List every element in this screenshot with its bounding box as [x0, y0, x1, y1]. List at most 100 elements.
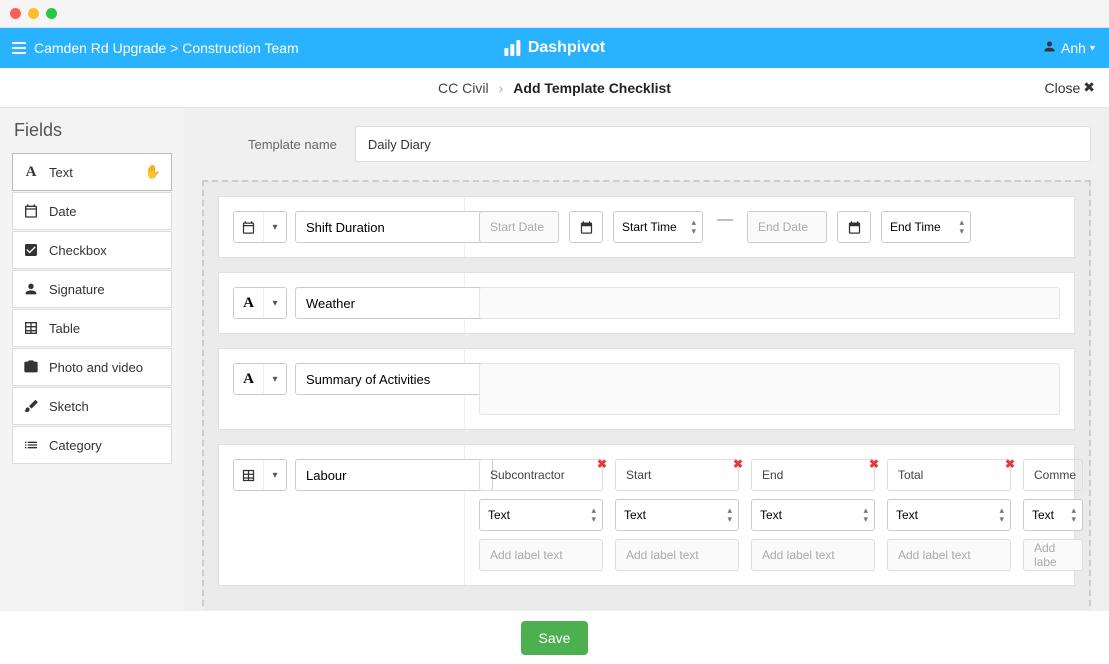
window-minimize-dot[interactable]: [28, 8, 39, 19]
window-zoom-dot[interactable]: [46, 8, 57, 19]
field-palette-item-check[interactable]: Checkbox: [12, 231, 172, 269]
bars-icon: [504, 40, 520, 56]
close-icon: ✖: [1083, 79, 1095, 96]
table-icon: [13, 320, 49, 336]
table-column: Comme Text▴▾ Add labe: [1023, 459, 1083, 571]
range-dash: —: [713, 211, 737, 229]
field-row-labour[interactable]: ▾ ✖SubcontractorText▴▾Add label text✖Sta…: [218, 444, 1075, 586]
top-bar: Camden Rd Upgrade > Construction Team Da…: [0, 28, 1109, 68]
field-row-summary[interactable]: A ▾: [218, 348, 1075, 430]
stepper-icon: ▴▾: [999, 506, 1004, 524]
column-label-input[interactable]: Add label text: [615, 539, 739, 571]
field-palette-item-camera[interactable]: Photo and video: [12, 348, 172, 386]
caret-down-icon: ▾: [264, 298, 286, 309]
remove-column-button[interactable]: ✖: [869, 457, 879, 471]
caret-down-icon: ▾: [264, 222, 286, 233]
remove-column-button[interactable]: ✖: [733, 457, 743, 471]
end-time-select[interactable]: End Time▴▾: [881, 211, 971, 243]
builder-dropzone[interactable]: ▾ Start Date Start Time▴▾ — End Date End…: [202, 180, 1091, 610]
crumb-current: Add Template Checklist: [513, 80, 671, 96]
text-field-input[interactable]: [479, 363, 1060, 415]
grab-icon: ✋: [145, 164, 161, 180]
remove-column-button[interactable]: ✖: [1005, 457, 1015, 471]
field-type-button[interactable]: ▾: [233, 211, 287, 243]
column-header-input[interactable]: Start: [615, 459, 739, 491]
field-palette-item-user[interactable]: Signature: [12, 270, 172, 308]
start-time-select[interactable]: Start Time▴▾: [613, 211, 703, 243]
template-name-label: Template name: [248, 137, 337, 152]
field-name-input[interactable]: [295, 211, 493, 243]
text-icon: A: [13, 164, 49, 181]
stepper-icon: ▴▾: [959, 218, 964, 236]
builder-canvas: Template name ▾ Start Date: [184, 108, 1109, 610]
hamburger-menu-icon[interactable]: [12, 42, 26, 54]
column-type-select[interactable]: Text▴▾: [751, 499, 875, 531]
field-palette-label: Text: [49, 165, 145, 180]
field-row-weather[interactable]: A ▾: [218, 272, 1075, 334]
user-icon: [13, 281, 49, 297]
crumb-parent[interactable]: CC Civil: [438, 80, 489, 96]
field-palette-item-brush[interactable]: Sketch: [12, 387, 172, 425]
field-palette-label: Category: [49, 438, 171, 453]
column-label-input[interactable]: Add label text: [479, 539, 603, 571]
column-header-input[interactable]: Total: [887, 459, 1011, 491]
table-column: ✖StartText▴▾Add label text: [615, 459, 739, 571]
camera-icon: [13, 359, 49, 375]
window-close-dot[interactable]: [10, 8, 21, 19]
column-type-select[interactable]: Text▴▾: [615, 499, 739, 531]
table-column: ✖EndText▴▾Add label text: [751, 459, 875, 571]
column-type-select[interactable]: Text▴▾: [1023, 499, 1083, 531]
user-menu[interactable]: Anh ▾: [1028, 39, 1109, 57]
end-date-picker-button[interactable]: [837, 211, 871, 243]
stepper-icon: ▴▾: [727, 506, 732, 524]
page-crumbbar: CC Civil › Add Template Checklist Close …: [0, 68, 1109, 108]
user-icon: [1042, 39, 1057, 57]
field-name-input[interactable]: [295, 363, 493, 395]
column-header-input[interactable]: End: [751, 459, 875, 491]
text-field-input[interactable]: [479, 287, 1060, 319]
table-icon: [234, 460, 264, 490]
brush-icon: [13, 398, 49, 414]
start-date-picker-button[interactable]: [569, 211, 603, 243]
column-label-input[interactable]: Add labe: [1023, 539, 1083, 571]
field-palette-item-list[interactable]: Category: [12, 426, 172, 464]
caret-down-icon: ▾: [264, 470, 286, 481]
field-type-button[interactable]: ▾: [233, 459, 287, 491]
footer-bar: Save: [0, 610, 1109, 664]
column-header-input[interactable]: Subcontractor: [479, 459, 603, 491]
field-palette-label: Table: [49, 321, 171, 336]
field-name-input[interactable]: [295, 459, 493, 491]
column-label-input[interactable]: Add label text: [887, 539, 1011, 571]
table-column: ✖TotalText▴▾Add label text: [887, 459, 1011, 571]
table-column: ✖SubcontractorText▴▾Add label text: [479, 459, 603, 571]
save-button[interactable]: Save: [521, 621, 589, 655]
column-header-input[interactable]: Comme: [1023, 459, 1083, 491]
field-palette-label: Photo and video: [49, 360, 171, 375]
close-button[interactable]: Close ✖: [1044, 79, 1095, 96]
field-palette-label: Checkbox: [49, 243, 171, 258]
brand-logo: Dashpivot: [504, 39, 605, 57]
remove-column-button[interactable]: ✖: [597, 457, 607, 471]
caret-down-icon: ▾: [264, 374, 286, 385]
field-type-button[interactable]: A ▾: [233, 363, 287, 395]
check-icon: [13, 242, 49, 258]
field-palette-item-text[interactable]: AText✋: [12, 153, 172, 191]
column-label-input[interactable]: Add label text: [751, 539, 875, 571]
calendar-icon: [234, 212, 264, 242]
project-breadcrumb[interactable]: Camden Rd Upgrade > Construction Team: [34, 40, 299, 56]
field-palette-item-calendar[interactable]: Date: [12, 192, 172, 230]
template-name-input[interactable]: [355, 126, 1091, 162]
stepper-icon: ▴▾: [863, 506, 868, 524]
brand-name: Dashpivot: [528, 39, 605, 57]
field-palette-item-table[interactable]: Table: [12, 309, 172, 347]
field-row-shift-duration[interactable]: ▾ Start Date Start Time▴▾ — End Date End…: [218, 196, 1075, 258]
text-icon: A: [234, 364, 264, 394]
field-type-button[interactable]: A ▾: [233, 287, 287, 319]
user-name: Anh: [1061, 40, 1086, 56]
column-type-select[interactable]: Text▴▾: [479, 499, 603, 531]
column-type-select[interactable]: Text▴▾: [887, 499, 1011, 531]
end-date-input[interactable]: End Date: [747, 211, 827, 243]
field-name-input[interactable]: [295, 287, 493, 319]
start-date-input[interactable]: Start Date: [479, 211, 559, 243]
list-icon: [13, 437, 49, 453]
